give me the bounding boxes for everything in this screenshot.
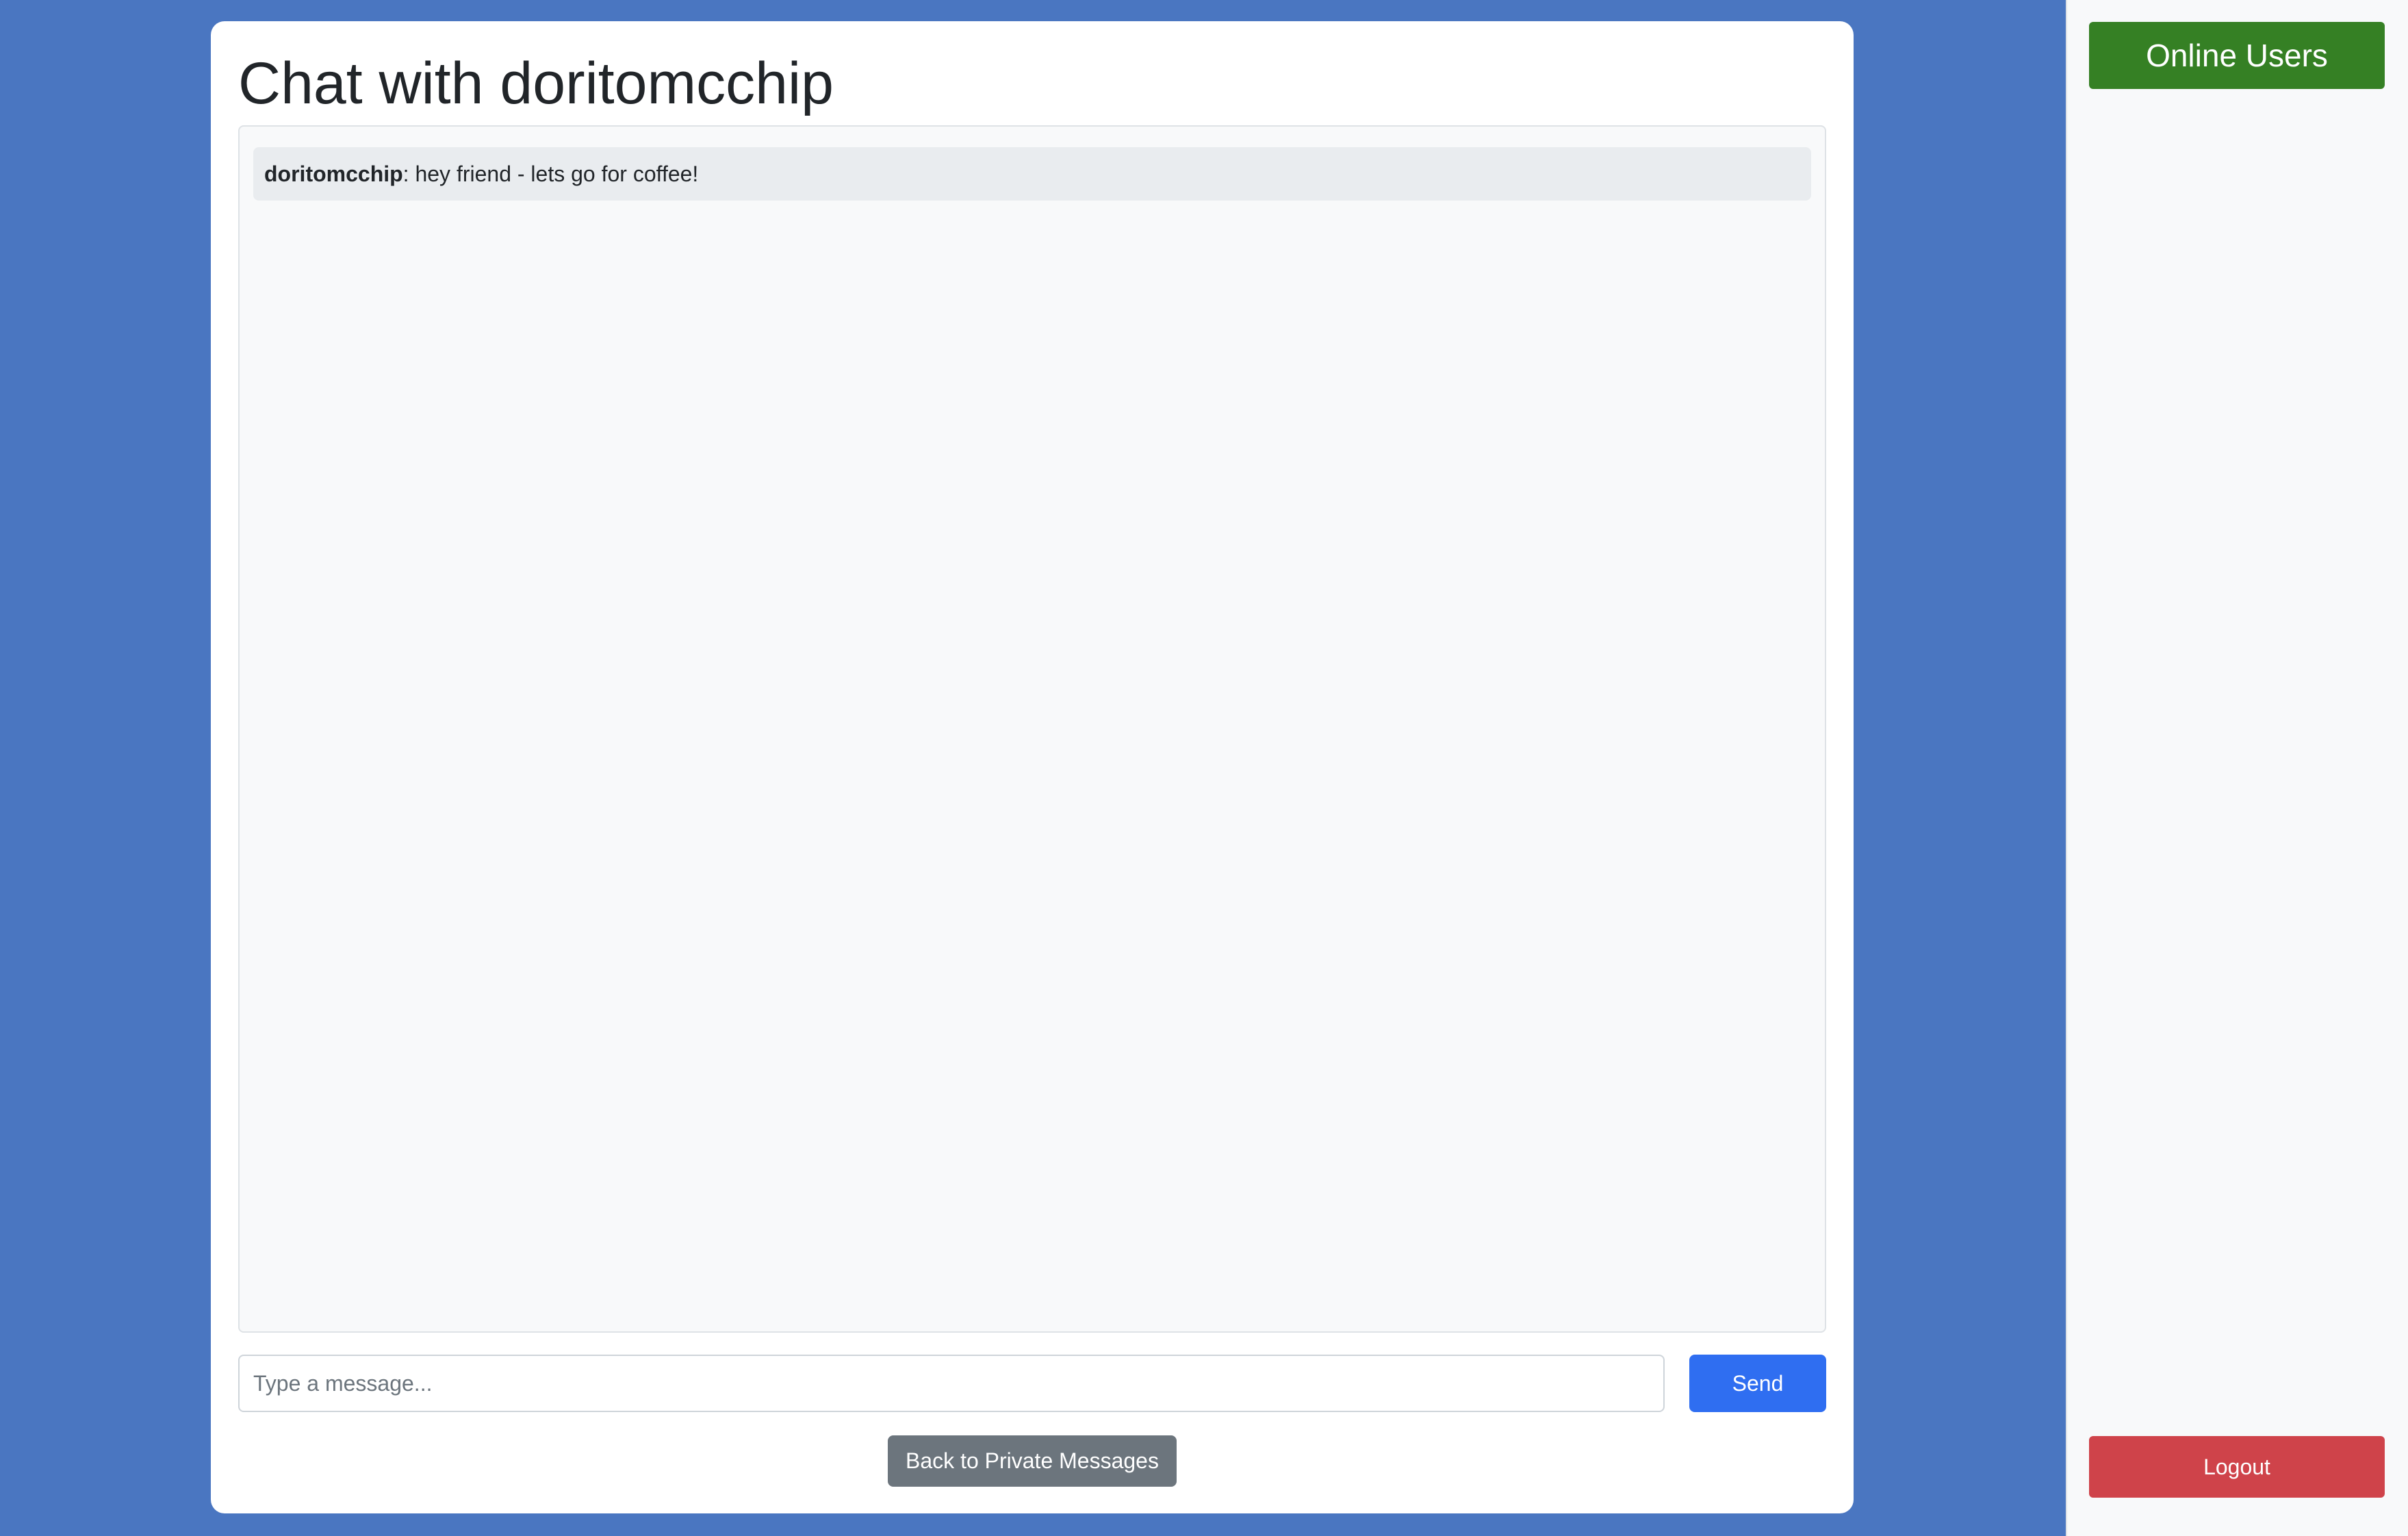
message-text: hey friend - lets go for coffee! — [409, 161, 699, 186]
online-users-button[interactable]: Online Users — [2089, 22, 2385, 89]
sidebar: Online Users Logout — [2066, 0, 2408, 1536]
send-button[interactable]: Send — [1689, 1355, 1826, 1412]
back-to-private-messages-button[interactable]: Back to Private Messages — [888, 1435, 1177, 1487]
logout-button[interactable]: Logout — [2089, 1436, 2385, 1498]
message-sender: doritomcchip — [264, 161, 403, 186]
message-list[interactable]: doritomcchip: hey friend - lets go for c… — [238, 125, 1826, 1333]
chat-card: Chat with doritomcchip doritomcchip: hey… — [211, 21, 1854, 1513]
message-input[interactable] — [238, 1355, 1665, 1412]
page-title: Chat with doritomcchip — [238, 51, 834, 116]
message-separator: : — [402, 161, 409, 186]
message-item: doritomcchip: hey friend - lets go for c… — [253, 147, 1811, 201]
